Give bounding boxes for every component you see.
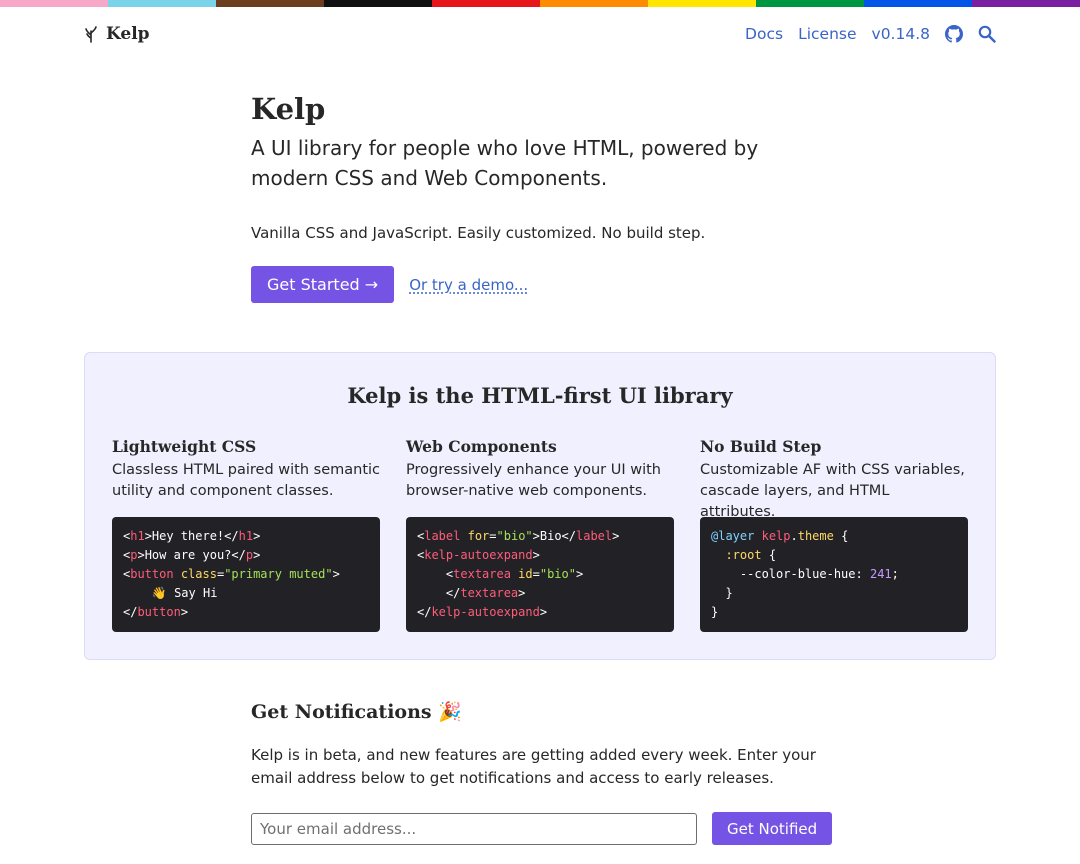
feature-title: Web Components [406, 437, 557, 456]
hero-tagline: A UI library for people who love HTML, p… [251, 136, 759, 190]
rainbow-band [648, 0, 756, 7]
notifications-text: Kelp is in beta, and new features are ge… [251, 746, 816, 787]
nav-links: Docs License v0.14.8 [745, 25, 996, 43]
get-started-button[interactable]: Get Started → [251, 266, 395, 303]
notify-form: Get Notified [251, 812, 851, 845]
get-notified-button[interactable]: Get Notified [712, 812, 833, 845]
rainbow-band [324, 0, 432, 7]
kelp-leaf-icon [85, 26, 97, 43]
feature-title: Lightweight CSS [112, 437, 257, 456]
feature-text: Progressively enhance your UI with brows… [406, 462, 661, 499]
rainbow-band [756, 0, 864, 7]
notifications-heading: Get Notifications 🎉 [251, 701, 462, 723]
code-sample-html: <h1>Hey there!</h1> <p>How are you?</p> … [112, 517, 380, 632]
features-panel: Kelp is the HTML-first UI library Lightw… [84, 352, 996, 660]
cta-row: Get Started → Or try a demo... [251, 266, 811, 303]
code-sample-web-component: <label for="bio">Bio</label> <kelp-autoe… [406, 517, 674, 632]
brand-home-link[interactable]: Kelp [84, 24, 150, 44]
feature-web-components: Web Components Progressively enhance you… [406, 437, 674, 502]
features-heading: Kelp is the HTML-first UI library [347, 383, 733, 408]
feature-no-build-step: No Build Step Customizable AF with CSS v… [700, 437, 968, 523]
feature-title: No Build Step [700, 437, 822, 456]
nav-link-docs[interactable]: Docs [745, 25, 783, 43]
feature-text: Customizable AF with CSS variables, casc… [700, 462, 965, 520]
rainbow-band [216, 0, 324, 7]
brand-name: Kelp [106, 24, 150, 44]
demo-link[interactable]: Or try a demo... [409, 276, 528, 294]
rainbow-band [540, 0, 648, 7]
feature-text: Classless HTML paired with semantic util… [112, 462, 381, 499]
nav-link-license[interactable]: License [798, 25, 856, 43]
rainbow-stripe [0, 0, 1080, 7]
rainbow-band [432, 0, 540, 7]
rainbow-band [972, 0, 1080, 7]
top-nav: Kelp Docs License v0.14.8 [0, 7, 1080, 65]
rainbow-band [864, 0, 972, 7]
search-icon[interactable] [978, 25, 996, 43]
nav-link-version[interactable]: v0.14.8 [872, 25, 930, 43]
feature-lightweight-css: Lightweight CSS Classless HTML paired wi… [112, 437, 380, 502]
email-field[interactable] [251, 812, 697, 845]
code-sample-css: @layer kelp.theme { :root { --color-blue… [700, 517, 968, 632]
rainbow-band [0, 0, 108, 7]
notifications-section: Get Notifications 🎉 Kelp is in beta, and… [251, 700, 851, 845]
rainbow-band [108, 0, 216, 7]
hero-subtext: Vanilla CSS and JavaScript. Easily custo… [251, 224, 706, 242]
github-icon[interactable] [945, 25, 963, 43]
hero: Kelp A UI library for people who love HT… [251, 91, 811, 303]
hero-title: Kelp [251, 92, 326, 126]
